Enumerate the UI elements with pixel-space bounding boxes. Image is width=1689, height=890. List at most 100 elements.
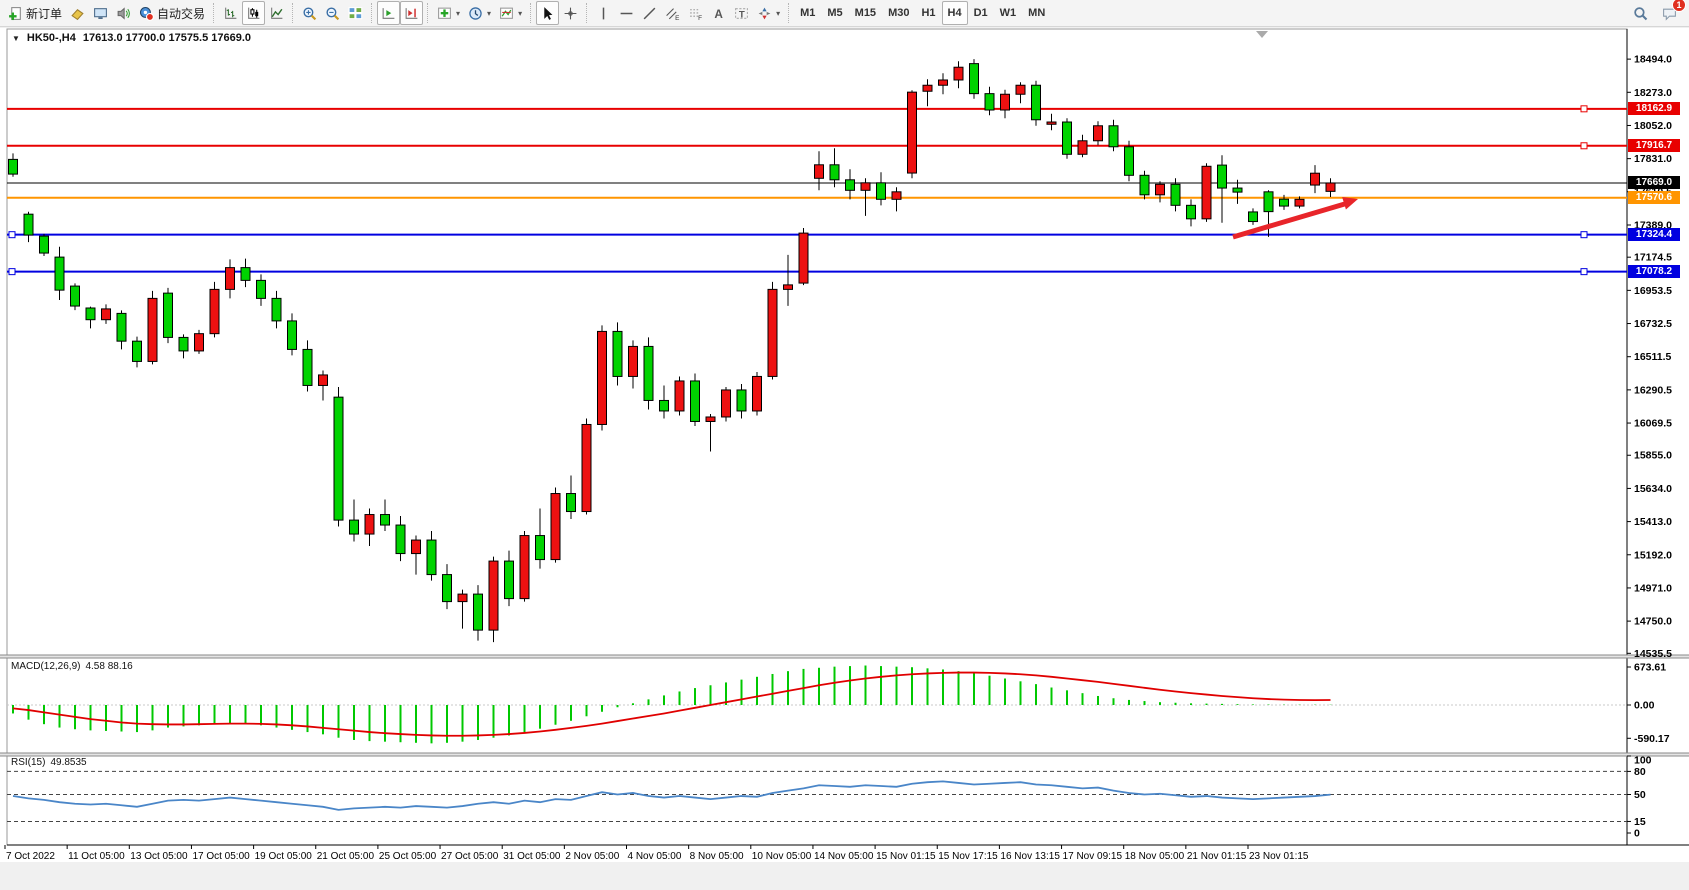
arrows-icon — [757, 6, 772, 21]
price-axis-label: 16511.5 — [1634, 351, 1672, 363]
line-handle[interactable] — [1581, 232, 1587, 238]
toolbar-group: EFAT ▾ — [592, 1, 784, 25]
line-handle[interactable] — [1581, 269, 1587, 275]
line-chart-icon — [269, 6, 284, 21]
candle-body — [1295, 199, 1304, 206]
price-axis-label: 15855.0 — [1634, 450, 1672, 462]
candle-body — [272, 298, 281, 321]
chevron-down-icon[interactable]: ▾ — [518, 9, 522, 18]
market-watch-button[interactable] — [89, 1, 112, 25]
crosshair-button[interactable] — [559, 1, 582, 25]
timeframe-m5-label: M5 — [825, 7, 844, 19]
timeframe-m30-label: M30 — [886, 7, 911, 19]
candle-body — [179, 337, 188, 351]
timeframe-h4[interactable]: H4 — [942, 1, 968, 25]
timeframe-m15[interactable]: M15 — [849, 1, 882, 25]
candle-body — [381, 515, 390, 526]
candle-body — [443, 575, 452, 602]
toolbar-group — [536, 1, 582, 25]
timeframe-mn[interactable]: MN — [1022, 1, 1051, 25]
toolbar-separator — [427, 3, 429, 23]
vertical-line-button[interactable] — [592, 1, 615, 25]
fibonacci-button[interactable]: F — [684, 1, 707, 25]
candle-body — [164, 293, 173, 337]
candle — [753, 372, 762, 416]
zoom-in-button[interactable] — [298, 1, 321, 25]
cursor-button[interactable] — [536, 1, 559, 25]
trendline-icon — [642, 6, 657, 21]
sound-button[interactable] — [112, 1, 135, 25]
timeframe-d1[interactable]: D1 — [968, 1, 994, 25]
price-axis-label: 18052.0 — [1634, 120, 1672, 132]
templates-button[interactable]: ▾ — [495, 1, 526, 25]
timeframe-m5[interactable]: M5 — [821, 1, 848, 25]
new-order-button[interactable]: 新订单 — [4, 1, 66, 25]
chart-shift-button[interactable] — [400, 1, 423, 25]
arrows-button[interactable]: ▾ — [753, 1, 784, 25]
time-axis-label: 11 Oct 05:00 — [68, 851, 125, 862]
price-tag-17916.7: 17916.7 — [1628, 139, 1680, 152]
chevron-down-icon[interactable]: ▾ — [487, 9, 491, 18]
indicators-button[interactable]: ▾ — [433, 1, 464, 25]
zoom-out-button[interactable] — [321, 1, 344, 25]
equidistant-channel-button[interactable]: E — [661, 1, 684, 25]
time-axis-label: 2 Nov 05:00 — [565, 851, 619, 862]
periods-button[interactable]: ▾ — [464, 1, 495, 25]
candle-body — [1233, 188, 1242, 192]
candlestick-chart-icon — [246, 6, 261, 21]
timeframe-m1[interactable]: M1 — [794, 1, 821, 25]
candle-body — [427, 540, 436, 575]
candle-body — [830, 165, 839, 180]
trendline-button[interactable] — [638, 1, 661, 25]
candle-body — [365, 515, 374, 535]
rsi-axis-label: 50 — [1634, 789, 1646, 801]
symbol-dropdown-icon[interactable]: ▼ — [12, 34, 20, 43]
horizontal-line-button[interactable] — [615, 1, 638, 25]
text-label-button[interactable]: T — [730, 1, 753, 25]
candle — [582, 418, 591, 514]
line-handle[interactable] — [9, 269, 15, 275]
timeframe-w1[interactable]: W1 — [994, 1, 1023, 25]
search-button[interactable] — [1629, 1, 1652, 25]
toolbar-separator — [586, 3, 588, 23]
text-button[interactable]: A — [707, 1, 730, 25]
candle-body — [939, 80, 948, 85]
tile-windows-button[interactable] — [344, 1, 367, 25]
candle-body — [877, 183, 886, 200]
text-label-icon: T — [734, 6, 749, 21]
candle — [210, 282, 219, 338]
auto-scroll-button[interactable] — [377, 1, 400, 25]
auto-scroll-icon — [381, 6, 396, 21]
candle — [1125, 141, 1134, 182]
candle-body — [799, 233, 808, 283]
candle — [164, 288, 173, 343]
toolbar-group — [377, 1, 423, 25]
price-axis-label: 14971.0 — [1634, 582, 1672, 594]
line-handle[interactable] — [1581, 106, 1587, 112]
macd-name: MACD(12,26,9) — [11, 661, 80, 672]
candle-body — [644, 346, 653, 400]
auto-trading-button-label: 自动交易 — [157, 5, 205, 22]
chevron-down-icon[interactable]: ▾ — [776, 9, 780, 18]
auto-trading-button[interactable]: 自动交易 — [135, 1, 209, 25]
candle-body — [303, 349, 312, 385]
line-handle[interactable] — [1581, 143, 1587, 149]
candle-body — [660, 400, 669, 411]
candlestick-chart-button[interactable] — [242, 1, 265, 25]
time-axis-label: 8 Nov 05:00 — [690, 851, 744, 862]
chevron-down-icon[interactable]: ▾ — [456, 9, 460, 18]
price-axis-label: 15413.0 — [1634, 516, 1672, 528]
eraser-button[interactable] — [66, 1, 89, 25]
chat-button[interactable]: 1 — [1658, 1, 1681, 25]
timeframe-mn-label: MN — [1026, 7, 1047, 19]
candle — [1032, 81, 1041, 126]
candle-body — [846, 180, 855, 191]
timeframe-h1[interactable]: H1 — [915, 1, 941, 25]
timeframe-m30[interactable]: M30 — [882, 1, 915, 25]
bar-chart-button[interactable] — [219, 1, 242, 25]
line-chart-button[interactable] — [265, 1, 288, 25]
candle — [598, 325, 607, 430]
candle-body — [1280, 199, 1289, 206]
candle-body — [412, 540, 421, 554]
line-handle[interactable] — [9, 232, 15, 238]
